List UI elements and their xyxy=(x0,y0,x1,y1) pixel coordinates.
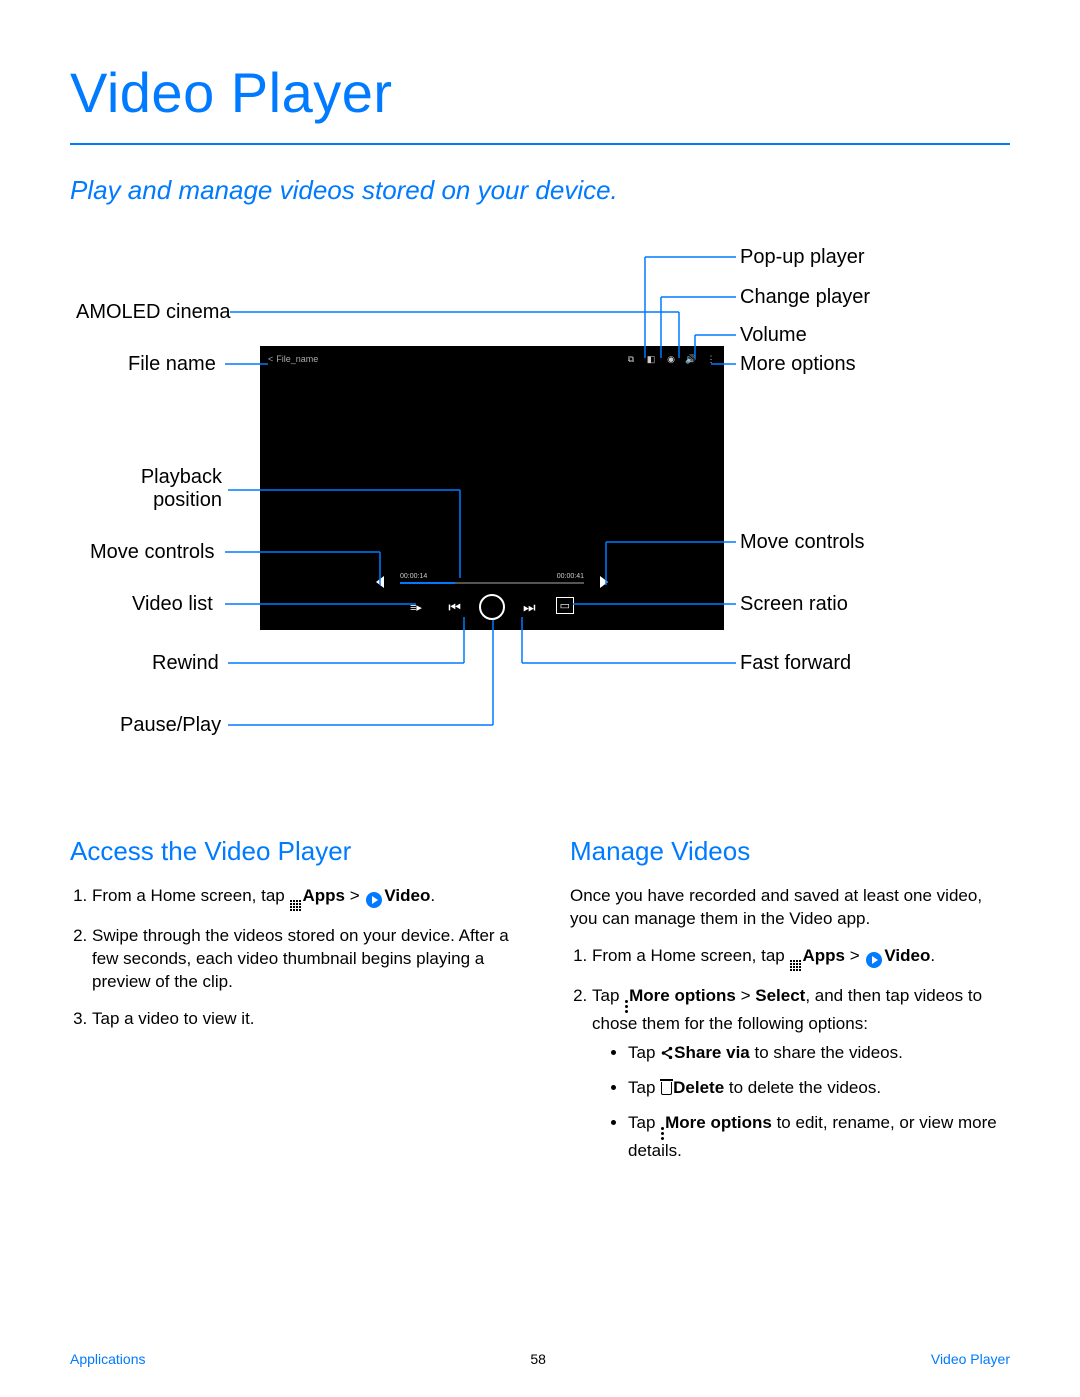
label-more: More options xyxy=(740,353,856,376)
volume-icon: 🔊 xyxy=(686,354,696,364)
manage-bullet-share: Tap Share via to share the videos. xyxy=(628,1042,1010,1065)
manage-step-2: Tap More options > Select, and then tap … xyxy=(592,985,1010,1163)
more-options-icon xyxy=(625,1000,628,1013)
label-video-list: Video list xyxy=(132,593,213,616)
amoled-icon: ◉ xyxy=(666,354,676,364)
label-ff: Fast forward xyxy=(740,652,851,675)
trash-icon xyxy=(661,1082,672,1095)
back-icon: < xyxy=(268,354,273,364)
apps-icon xyxy=(790,960,801,971)
footer-page-number: 58 xyxy=(530,1351,546,1367)
popup-player-icon: ⧉ xyxy=(626,354,636,364)
label-playback: Playback position xyxy=(132,466,222,512)
pause-play-icon: ▮▮ xyxy=(479,594,505,620)
label-volume: Volume xyxy=(740,324,807,347)
section-manage-title: Manage Videos xyxy=(570,836,1010,867)
manage-intro: Once you have recorded and saved at leas… xyxy=(570,885,1010,931)
footer-topic: Video Player xyxy=(931,1351,1010,1367)
label-move-left: Move controls xyxy=(90,541,215,564)
manage-step-1: From a Home screen, tap Apps > Video. xyxy=(592,945,1010,971)
move-right-icon xyxy=(600,576,608,588)
video-icon xyxy=(366,892,382,908)
player-diagram: < File_name ⧉ ◧ ◉ 🔊 ⋮ 00:00:14 00:00:41 … xyxy=(70,246,1010,806)
apps-icon xyxy=(290,900,301,911)
label-pause: Pause/Play xyxy=(120,714,221,737)
manage-bullet-delete: Tap Delete to delete the videos. xyxy=(628,1077,1010,1100)
label-change: Change player xyxy=(740,286,870,309)
more-options-icon xyxy=(661,1127,664,1140)
title-rule xyxy=(70,143,1010,145)
time-total: 00:00:41 xyxy=(557,573,584,580)
change-player-icon: ◧ xyxy=(646,354,656,364)
label-popup: Pop-up player xyxy=(740,246,865,269)
time-current: 00:00:14 xyxy=(400,573,427,580)
page-footer: Applications 58 Video Player xyxy=(70,1351,1010,1367)
label-ratio: Screen ratio xyxy=(740,593,848,616)
footer-section: Applications xyxy=(70,1351,146,1367)
move-left-icon xyxy=(376,576,384,588)
access-step-3: Tap a video to view it. xyxy=(92,1008,510,1031)
file-name-display: < File_name xyxy=(268,354,318,364)
fast-forward-icon: ⏭ xyxy=(523,599,536,616)
rewind-icon: ⏮ xyxy=(448,599,461,616)
access-step-1: From a Home screen, tap Apps > Video. xyxy=(92,885,510,911)
timeline xyxy=(400,582,584,584)
label-amoled: AMOLED cinema xyxy=(76,301,231,324)
label-rewind: Rewind xyxy=(152,652,219,675)
manage-bullet-more: Tap More options to edit, rename, or vie… xyxy=(628,1112,1010,1163)
access-step-2: Swipe through the videos stored on your … xyxy=(92,925,510,994)
more-options-icon: ⋮ xyxy=(706,354,716,364)
section-access-title: Access the Video Player xyxy=(70,836,510,867)
subtitle: Play and manage videos stored on your de… xyxy=(70,175,1010,206)
video-icon xyxy=(866,952,882,968)
video-player-screenshot: < File_name ⧉ ◧ ◉ 🔊 ⋮ 00:00:14 00:00:41 … xyxy=(260,346,724,630)
label-file-name: File name xyxy=(128,353,216,376)
label-move-right: Move controls xyxy=(740,531,865,554)
share-icon xyxy=(660,1046,674,1060)
page-title: Video Player xyxy=(70,60,1010,125)
